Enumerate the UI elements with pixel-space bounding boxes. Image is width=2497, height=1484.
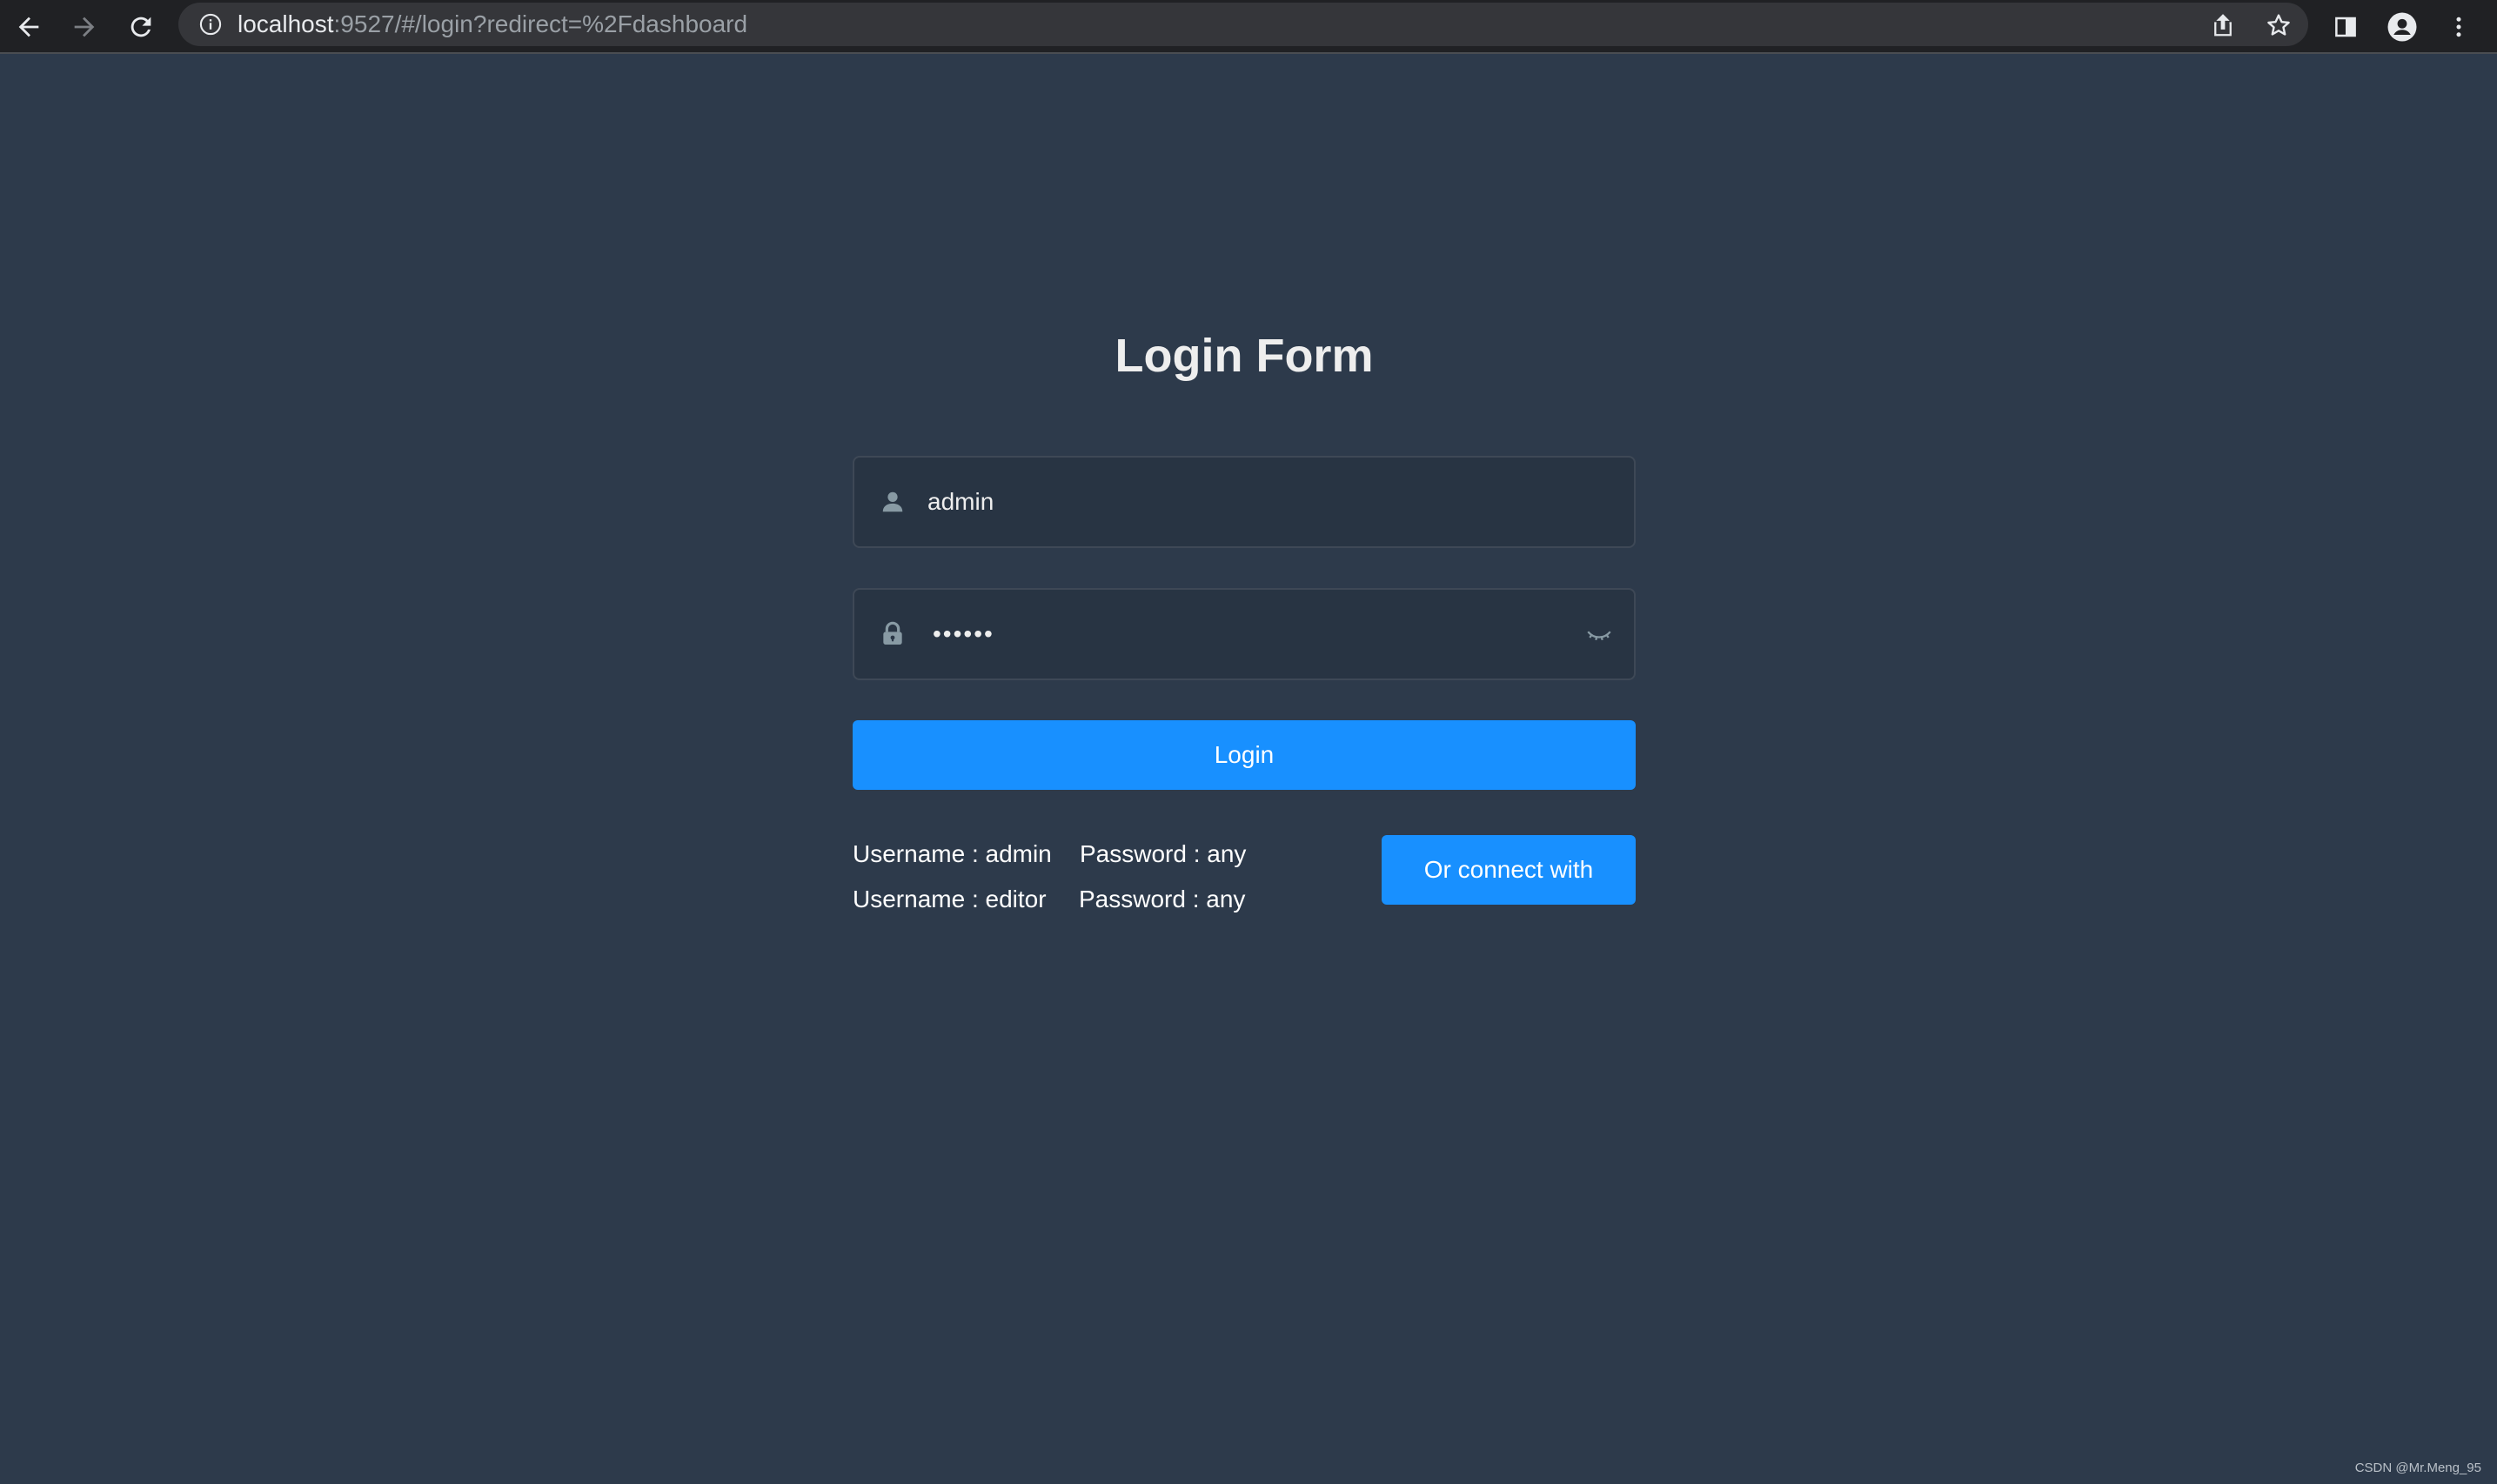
page-title: Login Form — [1115, 330, 1374, 382]
tip-row-admin: Username : admin Password : any — [853, 840, 1246, 868]
password-input[interactable] — [910, 590, 1580, 678]
share-button[interactable] — [2206, 8, 2240, 43]
tip-username: Username : editor — [853, 886, 1047, 912]
star-icon — [2267, 14, 2290, 36]
username-input[interactable] — [910, 458, 1634, 546]
address-bar[interactable]: localhost:9527/#/login?redirect=%2Fdashb… — [178, 3, 2308, 46]
url-text: localhost:9527/#/login?redirect=%2Fdashb… — [238, 10, 747, 38]
forward-button[interactable] — [64, 7, 104, 47]
more-vertical-icon — [2456, 17, 2461, 37]
watermark: CSDN @Mr.Meng_95 — [2354, 1461, 2481, 1475]
profile-button[interactable] — [2382, 7, 2422, 47]
eye-closed-icon[interactable] — [1580, 615, 1618, 653]
username-field[interactable] — [853, 456, 1636, 548]
back-arrow-icon — [18, 17, 39, 37]
url-host: localhost — [238, 10, 334, 37]
password-field[interactable]: •••••• — [853, 588, 1636, 680]
connect-with-button[interactable]: Or connect with — [1382, 835, 1636, 905]
lock-icon — [875, 617, 910, 652]
back-button[interactable] — [9, 7, 49, 47]
tip-row-editor: Username : editor Password : any — [853, 886, 1245, 913]
bookmark-button[interactable] — [2261, 8, 2296, 43]
login-button[interactable]: Login — [853, 720, 1636, 790]
profile-icon — [2387, 12, 2417, 42]
tip-username: Username : admin — [853, 840, 1052, 867]
reload-button[interactable] — [121, 7, 161, 47]
tip-password: Password : any — [1079, 886, 1246, 912]
url-path: :9527/#/login?redirect=%2Fdashboard — [333, 10, 748, 37]
more-button[interactable] — [2439, 7, 2479, 47]
forward-arrow-icon — [74, 17, 95, 37]
share-icon — [2214, 14, 2232, 37]
user-icon — [875, 485, 910, 519]
side-panel-button[interactable] — [2326, 7, 2366, 47]
tip-password: Password : any — [1080, 840, 1247, 867]
info-icon[interactable] — [197, 11, 224, 37]
reload-icon — [131, 17, 151, 37]
side-panel-icon — [2335, 17, 2356, 37]
browser-toolbar: localhost:9527/#/login?redirect=%2Fdashb… — [0, 0, 2497, 54]
